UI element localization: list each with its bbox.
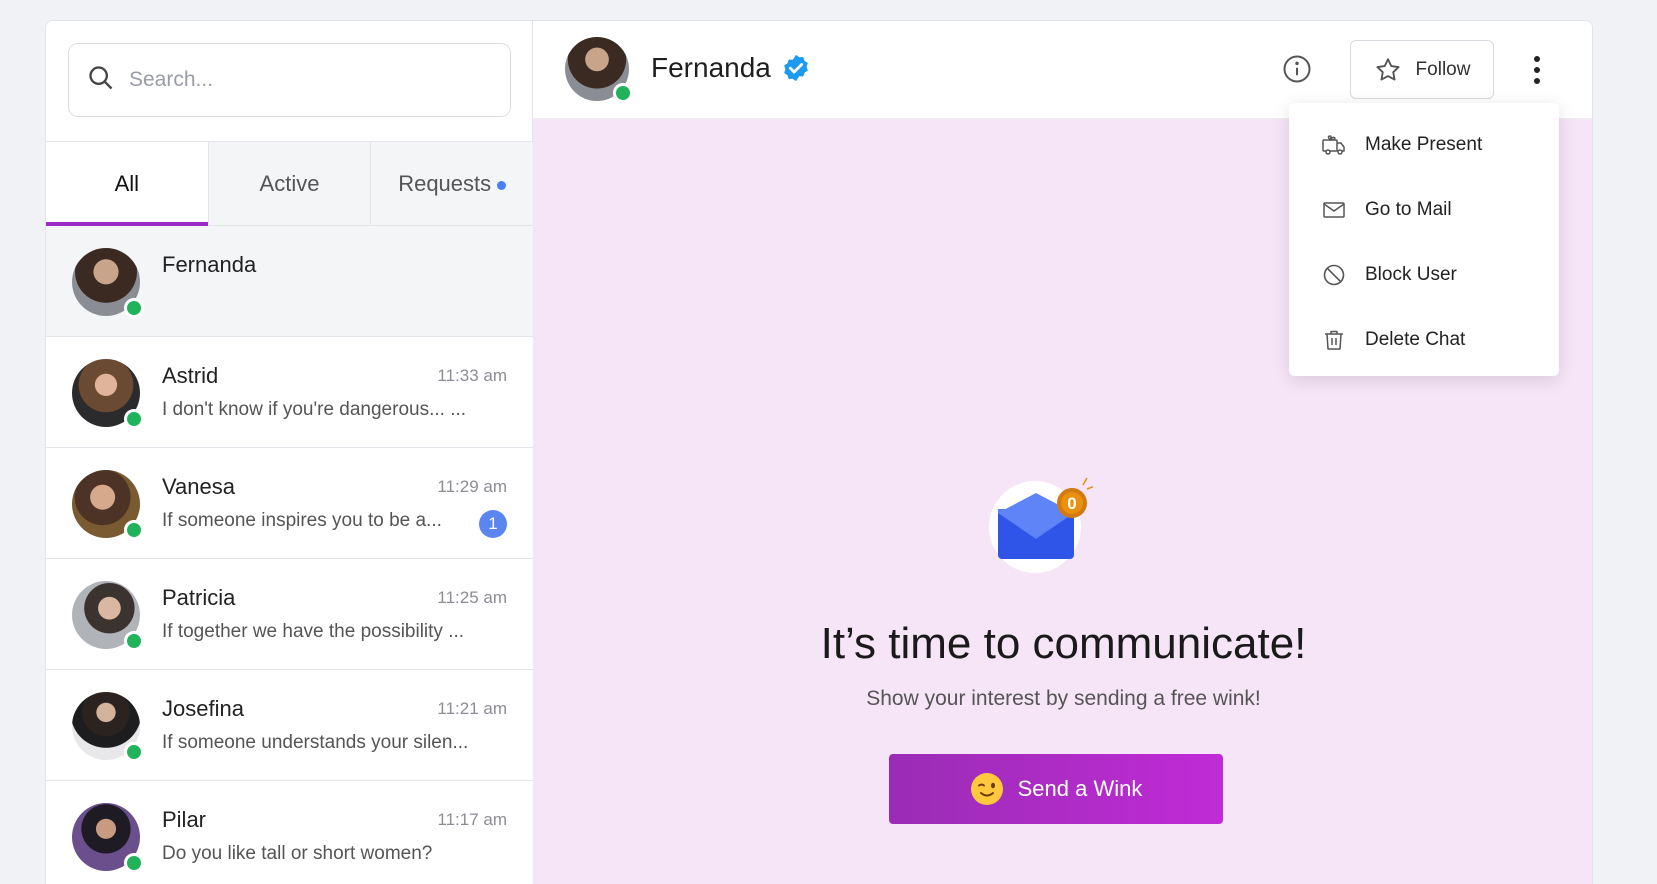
chat-name: Josefina: [162, 696, 244, 721]
more-options-icon[interactable]: [1525, 50, 1549, 90]
contact-name-text: Fernanda: [651, 52, 771, 83]
chat-time: 11:21 am: [437, 699, 507, 718]
empty-state-headline: It’s time to communicate!: [820, 619, 1307, 668]
chat-preview: If someone inspires you to be a...: [162, 510, 442, 531]
chat-name: Pilar: [162, 807, 207, 832]
chat-name: Patricia: [162, 585, 236, 610]
chat-time: 11:29 am: [437, 477, 507, 496]
online-status-dot: [124, 298, 144, 318]
chat-name: Fernanda: [162, 252, 257, 277]
avatar: [72, 692, 144, 762]
avatar: [72, 581, 144, 651]
chat-item-astrid[interactable]: Astrid 11:33 am I don't know if you're d…: [46, 337, 533, 448]
tab-label: Requests: [398, 170, 492, 196]
chat-preview: If someone understands your silen...: [162, 732, 469, 753]
tab-label: Active: [259, 170, 320, 196]
menu-item-block-user[interactable]: Block User: [1289, 242, 1559, 307]
chat-preview: Do you like tall or short women?: [162, 843, 433, 864]
avatar: [72, 803, 144, 873]
chat-list: Fernanda Astrid 11:33 am I don't know if…: [46, 226, 533, 884]
menu-label: Make Present: [1365, 133, 1483, 155]
chat-time: 11:17 am: [437, 810, 507, 829]
menu-label: Go to Mail: [1365, 198, 1452, 220]
menu-item-go-to-mail[interactable]: Go to Mail: [1289, 177, 1559, 242]
trash-icon: [1325, 330, 1343, 350]
tab-label: All: [114, 170, 140, 196]
tab-active[interactable]: Active: [208, 142, 372, 225]
chat-item-pilar[interactable]: Pilar 11:17 am Do you like tall or short…: [46, 781, 533, 884]
chat-item-patricia[interactable]: Patricia 11:25 am If together we have th…: [46, 559, 533, 670]
envelope-icon: 0: [989, 477, 1093, 573]
chat-item-vanesa[interactable]: Vanesa 11:29 am If someone inspires you …: [46, 448, 533, 559]
options-dropdown-menu: Make Present Go to Mail Block User Delet…: [1289, 103, 1559, 376]
menu-item-make-present[interactable]: Make Present: [1289, 112, 1559, 177]
online-status-dot: [124, 520, 144, 540]
chat-name: Vanesa: [162, 474, 235, 499]
online-status-dot: [613, 83, 633, 103]
online-status-dot: [124, 853, 144, 873]
send-wink-button[interactable]: Send a Wink: [889, 754, 1223, 824]
chat-item-josefina[interactable]: Josefina 11:21 am If someone understands…: [46, 670, 533, 781]
avatar: [72, 359, 144, 429]
chat-time: 11:25 am: [437, 588, 507, 607]
menu-item-delete-chat[interactable]: Delete Chat: [1289, 307, 1559, 372]
gift-truck-icon: [1322, 134, 1345, 155]
online-status-dot: [124, 631, 144, 651]
search-input[interactable]: [129, 68, 489, 92]
block-icon: [1323, 264, 1345, 285]
empty-state-subline: Show your interest by sending a free win…: [866, 687, 1261, 710]
online-status-dot: [124, 409, 144, 429]
chat-item-fernanda[interactable]: Fernanda: [46, 226, 533, 337]
chat-name: Astrid: [162, 363, 219, 388]
menu-label: Block User: [1365, 263, 1457, 285]
follow-button[interactable]: Follow: [1350, 40, 1494, 99]
avatar: [72, 248, 144, 318]
chat-time: 11:33 am: [437, 366, 507, 385]
unread-count-badge: 1: [479, 510, 507, 538]
info-icon[interactable]: [1282, 54, 1312, 84]
search-icon: [87, 64, 115, 97]
avatar: [72, 470, 144, 540]
star-icon: [1375, 57, 1400, 80]
online-status-dot: [124, 742, 144, 762]
requests-indicator-dot: [497, 180, 507, 190]
tab-requests[interactable]: Requests: [371, 142, 534, 225]
chat-sidebar: All Active Requests Fernanda: [46, 21, 534, 884]
search-box[interactable]: [68, 43, 511, 117]
menu-label: Delete Chat: [1365, 328, 1466, 350]
chat-preview: If together we have the possibility ...: [162, 621, 465, 642]
follow-label: Follow: [1415, 58, 1471, 80]
send-wink-label: Send a Wink: [1017, 776, 1143, 801]
wink-emoji-icon: [970, 773, 1003, 805]
chat-tabs: All Active Requests: [46, 141, 534, 226]
mail-icon: [1323, 201, 1345, 218]
avatar[interactable]: [565, 37, 633, 103]
tab-all[interactable]: All: [46, 142, 209, 226]
wink-count-badge: 0: [1067, 494, 1076, 513]
contact-name[interactable]: Fernanda: [651, 52, 811, 84]
verified-badge-icon: [784, 54, 808, 82]
chat-preview: I don't know if you're dangerous... ...: [162, 399, 467, 420]
